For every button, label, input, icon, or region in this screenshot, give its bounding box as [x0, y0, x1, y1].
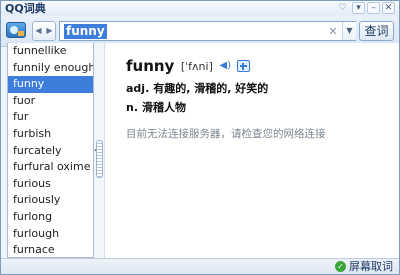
headword: funny	[126, 57, 175, 75]
list-item[interactable]: furlough	[8, 226, 93, 243]
list-item[interactable]: furious	[8, 176, 93, 193]
chevron-down-icon[interactable]: ▼	[342, 22, 356, 40]
list-item[interactable]: furfural oxime	[8, 159, 93, 176]
title-bar: QQ词典 ♡ ▾ – ✕	[1, 1, 399, 16]
splitter-grip-icon[interactable]	[96, 140, 103, 178]
app-title: QQ词典	[5, 2, 46, 15]
part-of-speech: n.	[126, 101, 139, 114]
definition-panel: funny [ˈfʌni] ◀) adj. 有趣的, 滑稽的, 好笑的 n. 滑稽人…	[105, 43, 399, 258]
entry-header: funny [ˈfʌni] ◀)	[126, 57, 250, 77]
list-item[interactable]: funnily enough	[8, 60, 93, 77]
history-nav: ◀ ▶	[32, 21, 56, 41]
lookup-button[interactable]: 查词	[359, 21, 394, 41]
minimize-icon[interactable]: –	[367, 2, 380, 14]
check-icon[interactable]: ✓	[335, 261, 346, 272]
list-item[interactable]: furlong	[8, 209, 93, 226]
screen-word-toggle[interactable]: 屏幕取词	[349, 260, 393, 273]
definition-line: adj. 有趣的, 滑稽的, 好笑的	[126, 80, 268, 96]
close-icon[interactable]: ✕	[382, 2, 395, 14]
part-of-speech: adj.	[126, 82, 150, 95]
list-item[interactable]: furcately	[8, 143, 93, 160]
definition-line: n. 滑稽人物	[126, 99, 186, 115]
list-item[interactable]: funnellike	[8, 43, 93, 60]
skin-icon[interactable]: ♡	[336, 2, 349, 14]
menu-icon[interactable]: ▾	[352, 2, 365, 14]
forward-arrow-icon[interactable]: ▶	[44, 22, 55, 40]
list-item[interactable]: furiously	[8, 192, 93, 209]
status-bar: ✓ 屏幕取词	[1, 258, 399, 274]
definition-text: 滑稽人物	[142, 101, 187, 114]
connection-error-message: 目前无法连接服务器，请检查您的网络连接	[126, 128, 326, 140]
word-list[interactable]: funnellike funnily enough funny fuor fur furb…	[7, 43, 94, 258]
clear-icon[interactable]: ✕	[327, 24, 339, 39]
list-item[interactable]: fuor	[8, 93, 93, 110]
dictionary-logo-icon[interactable]	[6, 22, 26, 38]
search-input[interactable]: funny ✕ ▼	[59, 21, 356, 41]
speaker-icon[interactable]: ◀)	[219, 60, 231, 72]
app-window: QQ词典 ♡ ▾ – ✕ ◀ ▶ funny ✕ ▼ 查词 funnellike…	[0, 0, 400, 275]
list-item[interactable]: furbish	[8, 126, 93, 143]
phonetic: [ˈfʌni]	[180, 59, 213, 73]
add-to-wordbook-icon[interactable]	[236, 60, 250, 72]
list-item[interactable]: fur	[8, 109, 93, 126]
list-item[interactable]: furnace	[8, 242, 93, 257]
definition-text: 有趣的, 滑稽的, 好笑的	[153, 82, 269, 95]
back-arrow-icon[interactable]: ◀	[33, 22, 44, 40]
search-input-value: funny	[64, 24, 107, 39]
splitter[interactable]: ◀	[94, 43, 105, 258]
list-item[interactable]: funny	[8, 76, 93, 93]
